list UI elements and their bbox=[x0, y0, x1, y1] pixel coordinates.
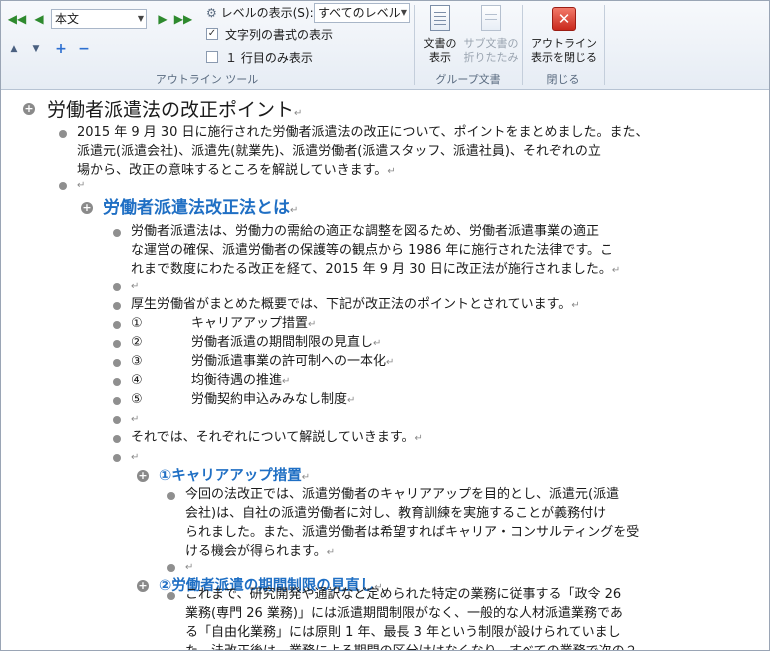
period-limit-paragraph: これまで、研究開発や通訳など定められた特定の業務に従事する「政令 26 業務(専… bbox=[185, 587, 638, 650]
first-line-only-checkbox[interactable] bbox=[206, 51, 218, 63]
show-level-text: レベルの表示(S): bbox=[220, 6, 314, 20]
show-level-icon: ⚙ bbox=[206, 6, 217, 20]
show-document-button[interactable]: 文書の 表示 bbox=[419, 5, 461, 65]
show-formatting-label: 文字列の書式の表示 bbox=[225, 28, 334, 42]
empty-paragraph: ↵ bbox=[131, 414, 140, 425]
outline-level-combo[interactable]: 本文 ▼ bbox=[51, 9, 147, 29]
heading-1: 労働者派遣法の改正ポイント↵ bbox=[47, 99, 303, 121]
body-bullet[interactable] bbox=[113, 397, 121, 405]
body-bullet[interactable] bbox=[113, 435, 121, 443]
empty-paragraph: ↵ bbox=[77, 180, 86, 191]
word-window: ◀◀ ◀ 本文 ▼ ▶ ▶▶ ▲ ▼ + − ⚙ レベルの表示(S): すべての… bbox=[0, 0, 770, 651]
close-group-label: 閉じる bbox=[546, 73, 580, 86]
body-bullet[interactable] bbox=[113, 359, 121, 367]
body-bullet[interactable] bbox=[113, 378, 121, 386]
demote-icon[interactable]: ▶ bbox=[155, 11, 171, 27]
collapse-icon[interactable]: − bbox=[76, 41, 92, 57]
body-bullet[interactable] bbox=[113, 302, 121, 310]
chevron-down-icon: ▼ bbox=[400, 8, 407, 17]
body-bullet[interactable] bbox=[113, 340, 121, 348]
document-icon bbox=[428, 5, 452, 33]
show-level-value: すべてのレベル bbox=[318, 6, 401, 20]
move-up-icon[interactable]: ▲ bbox=[6, 41, 22, 57]
body-bullet[interactable] bbox=[167, 592, 175, 600]
show-level-combo[interactable]: すべてのレベル ▼ bbox=[314, 3, 410, 23]
outline-document[interactable]: + 労働者派遣法の改正ポイント↵ 2015 年 9 月 30 日に施行された労働… bbox=[1, 90, 769, 650]
expand-icon[interactable]: + bbox=[53, 41, 69, 57]
heading-expand-icon[interactable]: + bbox=[137, 580, 149, 592]
intro-paragraph: 2015 年 9 月 30 日に施行された労働者派遣法の改正について、ポイントを… bbox=[77, 125, 649, 178]
heading-2: 労働者派遣法改正法とは↵ bbox=[103, 198, 299, 218]
show-document-label: 文書の 表示 bbox=[423, 37, 457, 64]
heading-expand-icon[interactable]: + bbox=[23, 103, 35, 115]
move-down-icon[interactable]: ▼ bbox=[28, 41, 44, 57]
outline-level-value: 本文 bbox=[55, 12, 80, 26]
body-bullet[interactable] bbox=[113, 229, 121, 237]
collapse-subdocuments-button[interactable]: サブ文書の 折りたたみ bbox=[463, 5, 519, 65]
summary-paragraph: 厚生労働省がまとめた概要では、下記が改正法のポイントとされています。↵ bbox=[131, 297, 580, 312]
heading-expand-icon[interactable]: + bbox=[81, 202, 93, 214]
close-icon: ✕ bbox=[552, 7, 576, 31]
body-bullet[interactable] bbox=[59, 130, 67, 138]
body-bullet[interactable] bbox=[113, 321, 121, 329]
demote-to-body-icon[interactable]: ▶▶ bbox=[173, 11, 193, 27]
group-separator bbox=[604, 5, 605, 85]
outline-tools-group-label: アウトライン ツール bbox=[155, 73, 259, 86]
close-outline-view-button[interactable]: ✕ アウトライン 表示を閉じる bbox=[527, 5, 601, 65]
close-outline-view-label: アウトライン 表示を閉じる bbox=[531, 37, 597, 64]
show-formatting-checkbox[interactable]: ✓ bbox=[206, 28, 218, 40]
body-bullet[interactable] bbox=[113, 454, 121, 462]
law-description-paragraph: 労働者派遣法は、労働力の需給の適正な調整を図るため、労働者派遣事業の適正 な運営… bbox=[131, 224, 621, 277]
chevron-down-icon: ▼ bbox=[137, 14, 144, 23]
collapse-subdocument-icon bbox=[479, 5, 503, 33]
body-bullet[interactable] bbox=[59, 182, 67, 190]
heading-expand-icon[interactable]: + bbox=[137, 470, 149, 482]
body-bullet[interactable] bbox=[167, 492, 175, 500]
empty-paragraph: ↵ bbox=[131, 281, 140, 292]
body-bullet[interactable] bbox=[167, 564, 175, 572]
first-line-only-label: １ 行目のみ表示 bbox=[225, 51, 313, 65]
show-level-label: ⚙ レベルの表示(S): bbox=[206, 4, 314, 21]
body-bullet[interactable] bbox=[113, 416, 121, 424]
collapse-subdocuments-label: サブ文書の 折りたたみ bbox=[463, 37, 519, 64]
outline-ribbon: ◀◀ ◀ 本文 ▼ ▶ ▶▶ ▲ ▼ + − ⚙ レベルの表示(S): すべての… bbox=[1, 1, 769, 90]
body-bullet[interactable] bbox=[113, 283, 121, 291]
transition-paragraph: それでは、それぞれについて解説していきます。↵ bbox=[131, 430, 423, 445]
empty-paragraph: ↵ bbox=[185, 562, 194, 573]
promote-icon[interactable]: ◀ bbox=[31, 11, 47, 27]
group-documents-label: グループ文書 bbox=[435, 73, 501, 86]
empty-paragraph: ↵ bbox=[131, 452, 140, 463]
promote-to-heading1-icon[interactable]: ◀◀ bbox=[7, 11, 27, 27]
career-up-paragraph: 今回の法改正では、派遣労働者のキャリアアップを目的とし、派遣元(派遣 会社)は、… bbox=[185, 487, 640, 559]
